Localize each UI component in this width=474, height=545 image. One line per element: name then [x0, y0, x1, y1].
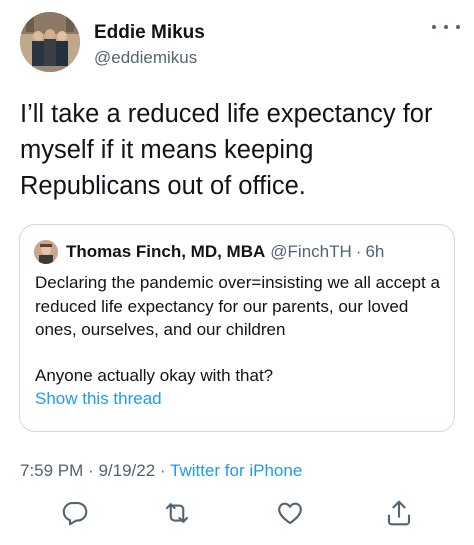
retweet-icon[interactable] — [162, 498, 192, 528]
tweet-text: I’ll take a reduced life expectancy for … — [20, 100, 433, 200]
quoted-time: 6h — [365, 242, 385, 261]
quoted-text-paragraph-2: Anyone actually okay with that? — [35, 365, 274, 385]
meta-separator: · — [88, 461, 94, 480]
reply-icon[interactable] — [60, 498, 90, 528]
quoted-author-avatar — [34, 240, 58, 264]
meta-separator: · — [159, 461, 166, 480]
like-icon[interactable] — [275, 498, 305, 528]
quoted-separator: · — [355, 242, 362, 261]
share-icon[interactable] — [384, 498, 414, 528]
tweet-actions — [60, 498, 420, 534]
quoted-text-paragraph-1: Declaring the pandemic over=insisting we… — [35, 273, 440, 339]
author-handle[interactable]: @eddiemikus — [94, 47, 205, 69]
quoted-author-handle: @FinchTH — [270, 242, 352, 261]
quoted-author-name: Thomas Finch, MD, MBA — [66, 242, 266, 261]
show-thread-link[interactable]: Show this thread — [35, 387, 447, 411]
author-display-name[interactable]: Eddie Mikus — [94, 22, 205, 44]
more-icon[interactable] — [432, 18, 460, 36]
quoted-tweet[interactable]: Thomas Finch, MD, MBA @FinchTH · 6h Decl… — [19, 224, 455, 432]
author-avatar[interactable] — [20, 12, 80, 72]
tweet-meta: 7:59 PM · 9/19/22 · Twitter for iPhone — [20, 461, 302, 481]
tweet-header: Eddie Mikus @eddiemikus — [20, 10, 460, 76]
tweet-time[interactable]: 7:59 PM — [20, 461, 83, 480]
tweet-source[interactable]: Twitter for iPhone — [170, 461, 302, 480]
tweet-date[interactable]: 9/19/22 — [98, 461, 155, 480]
